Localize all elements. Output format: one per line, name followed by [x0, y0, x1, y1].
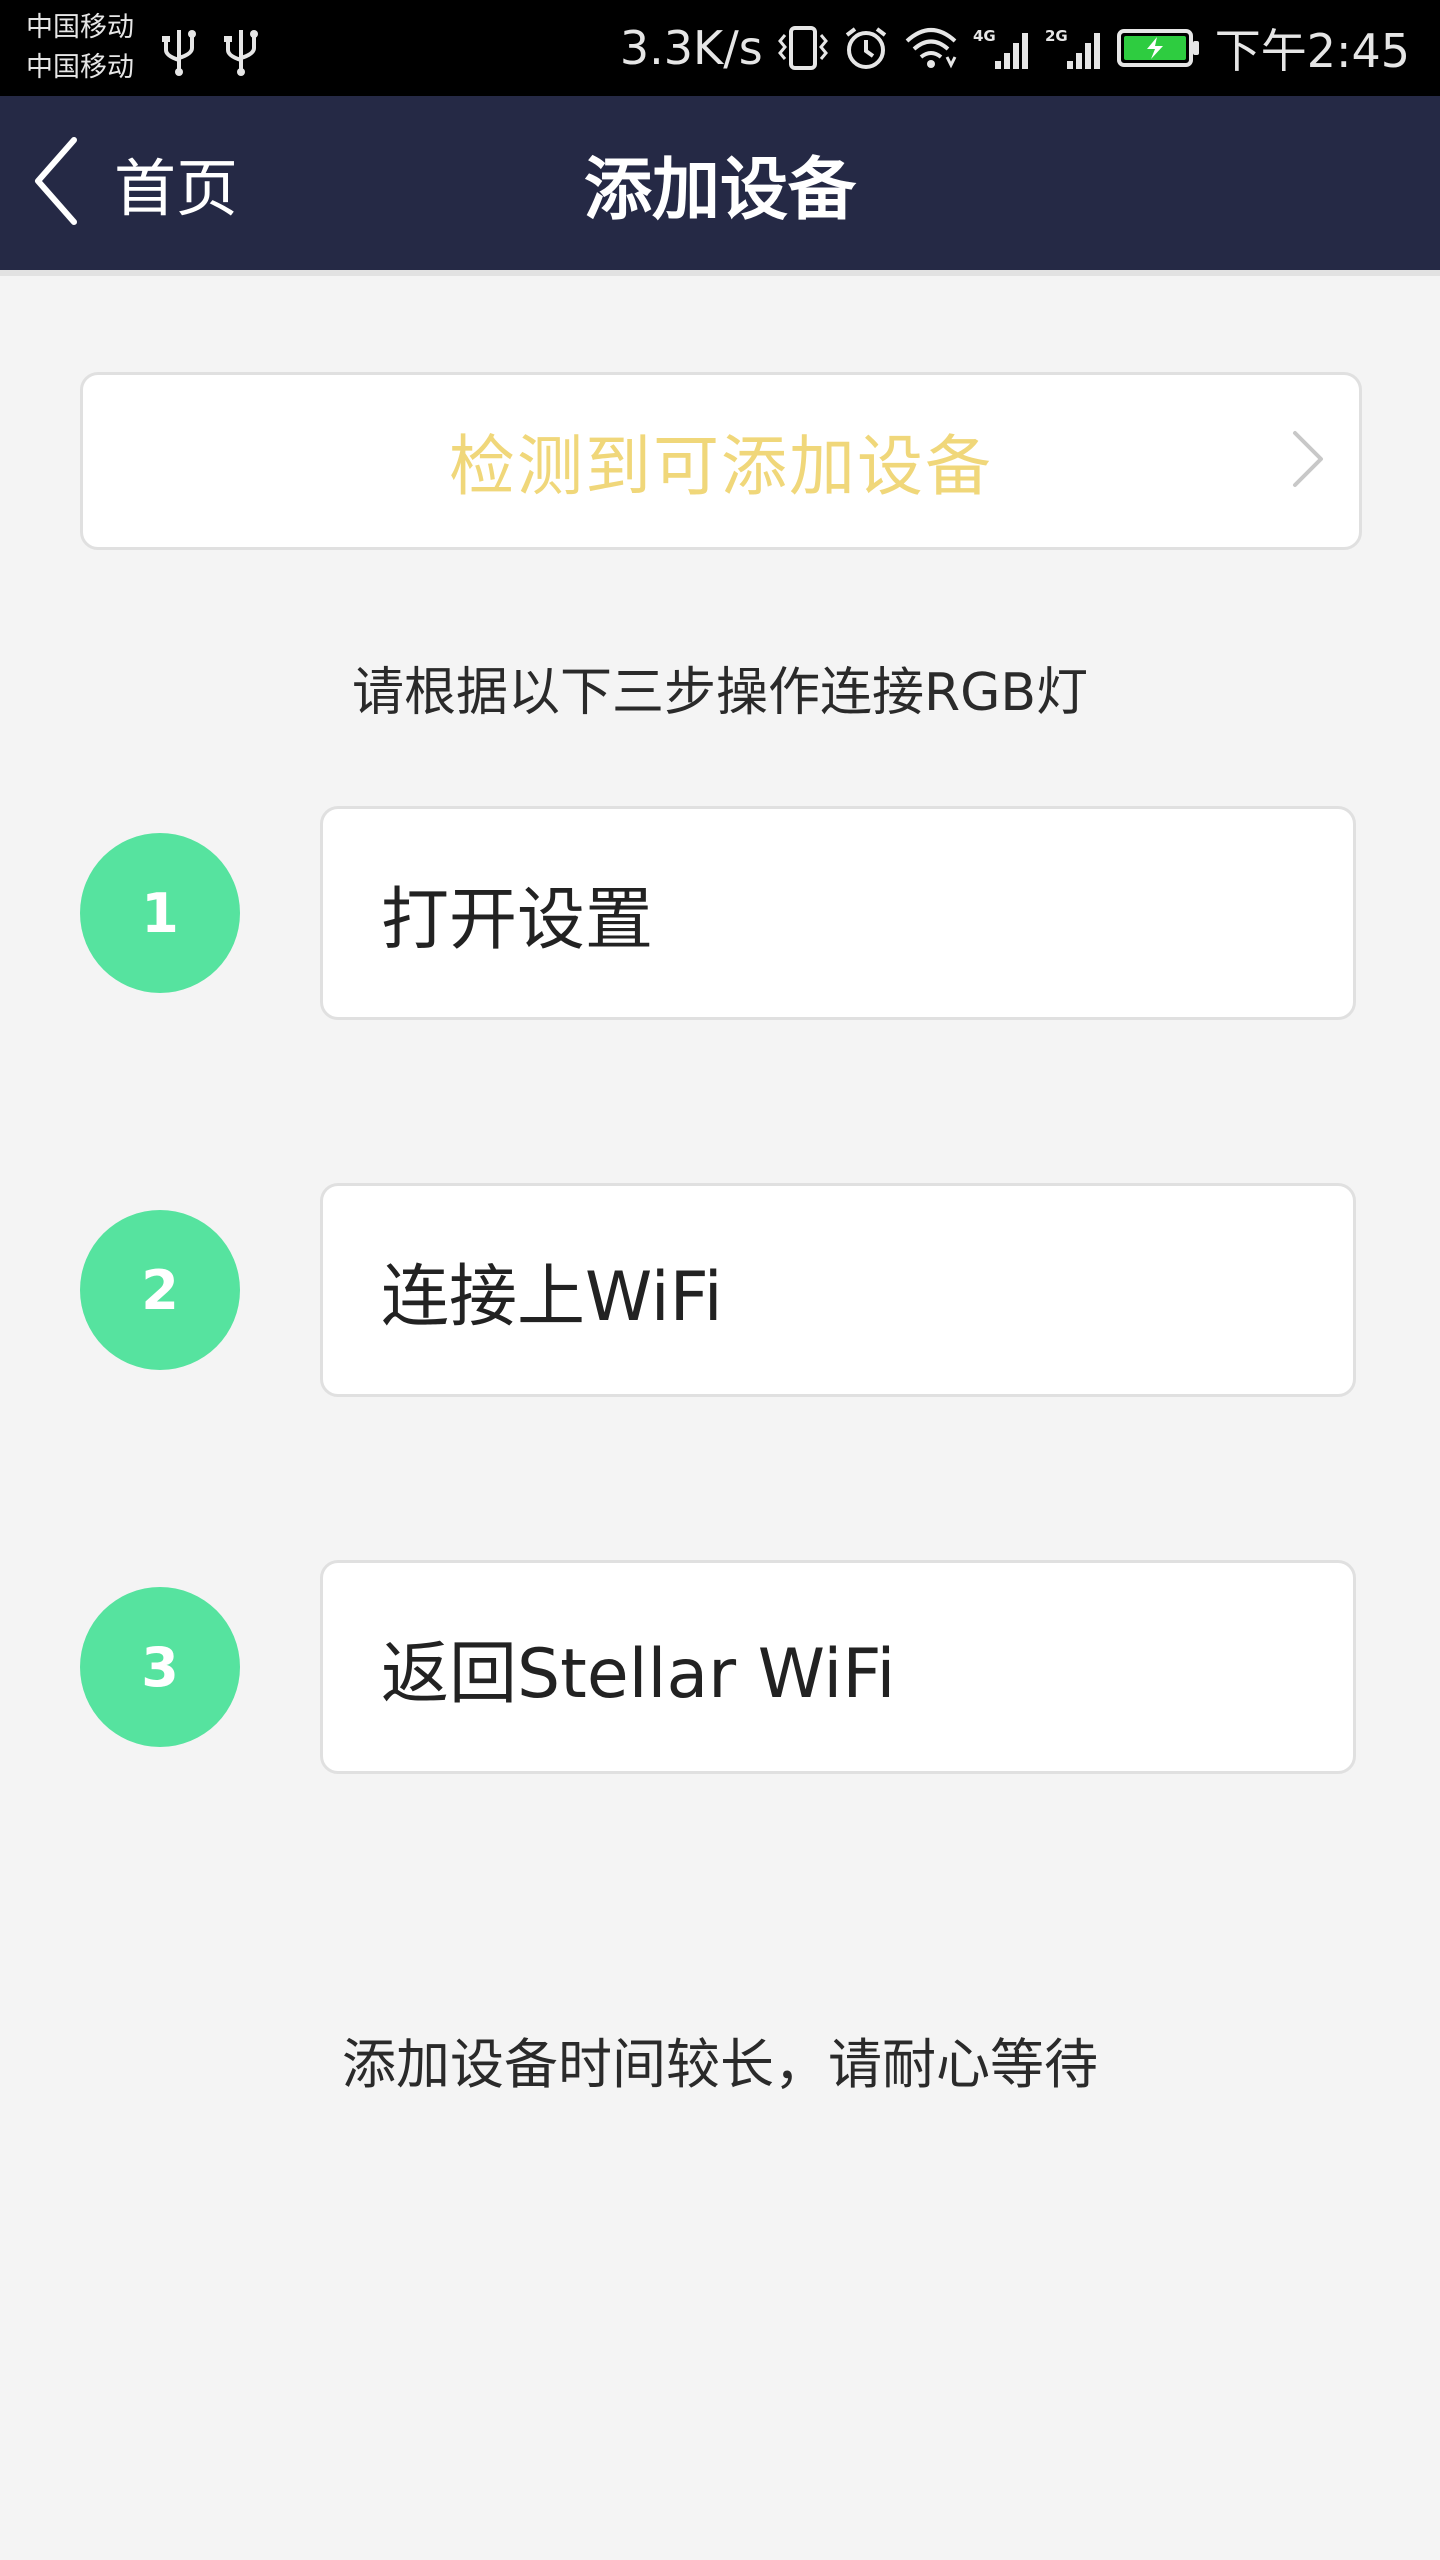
- alarm-icon: [843, 25, 889, 71]
- sim2-network-label: 2G: [1045, 27, 1068, 45]
- step-number-badge: 3: [80, 1587, 240, 1747]
- step-item: 3 返回Stellar WiFi: [0, 1560, 1440, 1774]
- header-divider: [0, 270, 1440, 276]
- step-label: 连接上WiFi: [381, 1257, 723, 1337]
- sim1-network-label: 4G: [973, 27, 996, 45]
- step-item: 2 连接上WiFi: [0, 1183, 1440, 1397]
- step-number-badge: 2: [80, 1210, 240, 1370]
- usb-icon: [222, 26, 260, 76]
- detected-device-banner[interactable]: 检测到可添加设备: [80, 372, 1362, 550]
- battery-charging-icon: [1116, 25, 1201, 71]
- status-bar: 中国移动 中国移动 3.3K/s 4G 2G 下午2:45: [0, 0, 1440, 96]
- signal-icon: 2G: [1045, 25, 1103, 71]
- carrier-1-label: 中国移动: [26, 12, 134, 43]
- nav-header: 首页 添加设备: [0, 96, 1440, 270]
- carrier-info: 中国移动 中国移动: [26, 8, 134, 88]
- status-icons: 3.3K/s 4G 2G 下午2:45: [620, 0, 1410, 96]
- step-open-settings-button[interactable]: 打开设置: [320, 806, 1356, 1020]
- net-speed-label: 3.3K/s: [619, 21, 763, 75]
- wait-note: 添加设备时间较长，请耐心等待: [342, 2033, 1098, 2096]
- step-label: 打开设置: [381, 880, 654, 960]
- usb-icon: [160, 26, 198, 76]
- wifi-icon: [903, 25, 959, 71]
- detected-device-label: 检测到可添加设备: [449, 428, 993, 505]
- signal-icon: 4G: [973, 25, 1031, 71]
- step-number-badge: 1: [80, 833, 240, 993]
- chevron-right-icon: [1291, 429, 1325, 493]
- step-label: 返回Stellar WiFi: [381, 1634, 896, 1714]
- time-label: 下午2:45: [1214, 24, 1410, 78]
- step-return-app-button[interactable]: 返回Stellar WiFi: [320, 1560, 1356, 1774]
- page-title: 添加设备: [583, 150, 856, 230]
- carrier-2-label: 中国移动: [26, 52, 134, 83]
- step-item: 1 打开设置: [0, 806, 1440, 1020]
- step-connect-wifi-button[interactable]: 连接上WiFi: [320, 1183, 1356, 1397]
- vibrate-icon: [777, 25, 829, 71]
- instruction-text: 请根据以下三步操作连接RGB灯: [351, 663, 1089, 723]
